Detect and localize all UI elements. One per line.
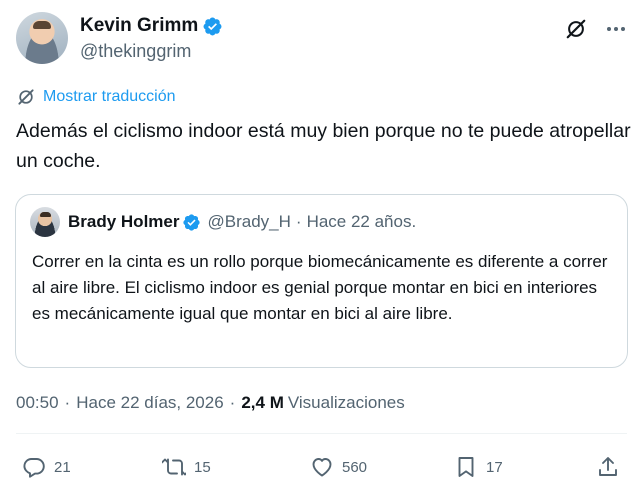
grok-icon[interactable] xyxy=(565,18,587,40)
meta-separator: · xyxy=(229,393,236,412)
quoted-author-display-name: Brady Holmer xyxy=(68,212,180,231)
reply-count: 21 xyxy=(54,458,71,476)
tweet-meta: 00:50 · Hace 22 días, 2026 · 2,4 M Visua… xyxy=(16,393,405,413)
views-count: 2,4 M xyxy=(241,393,284,412)
author-display-name[interactable]: Kevin Grimm xyxy=(80,15,198,37)
quoted-tweet-header: Brady Holmer @Brady_H · Hace 22 años. xyxy=(30,207,417,237)
translate-icon xyxy=(18,89,34,105)
tweet-text: Además el ciclismo indoor está muy bien … xyxy=(16,120,631,172)
show-translation-link[interactable]: Mostrar traducción xyxy=(16,87,176,107)
repost-button[interactable]: 15 xyxy=(162,455,211,479)
quoted-tweet-time: Hace 22 años. xyxy=(306,212,417,231)
views-label: Visualizaciones xyxy=(287,393,405,412)
repost-count: 15 xyxy=(194,458,211,476)
heart-icon xyxy=(312,458,332,477)
action-bar: 21 15 560 17 xyxy=(16,455,627,483)
quoted-author-handle: @Brady_H xyxy=(207,212,291,231)
quoted-verified-badge-icon xyxy=(183,213,201,231)
tweet-date[interactable]: Hace 22 días, 2026 xyxy=(76,393,223,413)
tweet-time[interactable]: 00:50 xyxy=(16,393,59,413)
more-options-icon[interactable] xyxy=(605,18,627,40)
bookmark-icon xyxy=(458,457,474,477)
like-count: 560 xyxy=(342,458,368,476)
divider xyxy=(16,433,627,434)
reply-button[interactable]: 21 xyxy=(22,455,71,479)
quoted-tweet[interactable]: Brady Holmer @Brady_H · Hace 22 años. Co… xyxy=(15,194,628,368)
bookmark-button[interactable]: 17 xyxy=(454,455,503,479)
share-button[interactable] xyxy=(596,455,628,479)
author-handle[interactable]: @thekinggrim xyxy=(80,41,223,62)
quoted-tweet-text: Correr en la cinta es un rollo porque bi… xyxy=(32,252,608,323)
like-button[interactable]: 560 xyxy=(310,455,367,479)
reply-icon xyxy=(23,458,45,478)
share-icon xyxy=(599,457,617,476)
show-translation-label: Mostrar traducción xyxy=(43,88,176,105)
quoted-author-avatar xyxy=(30,207,60,237)
bookmark-count: 17 xyxy=(486,458,503,476)
quoted-meta-separator: · xyxy=(295,212,302,231)
repost-icon xyxy=(162,458,186,476)
verified-badge-icon xyxy=(203,17,222,35)
author-avatar[interactable] xyxy=(16,12,68,64)
tweet-header: Kevin Grimm @thekinggrim xyxy=(16,12,627,64)
author-info: Kevin Grimm @thekinggrim xyxy=(80,14,223,62)
meta-separator: · xyxy=(64,393,71,412)
